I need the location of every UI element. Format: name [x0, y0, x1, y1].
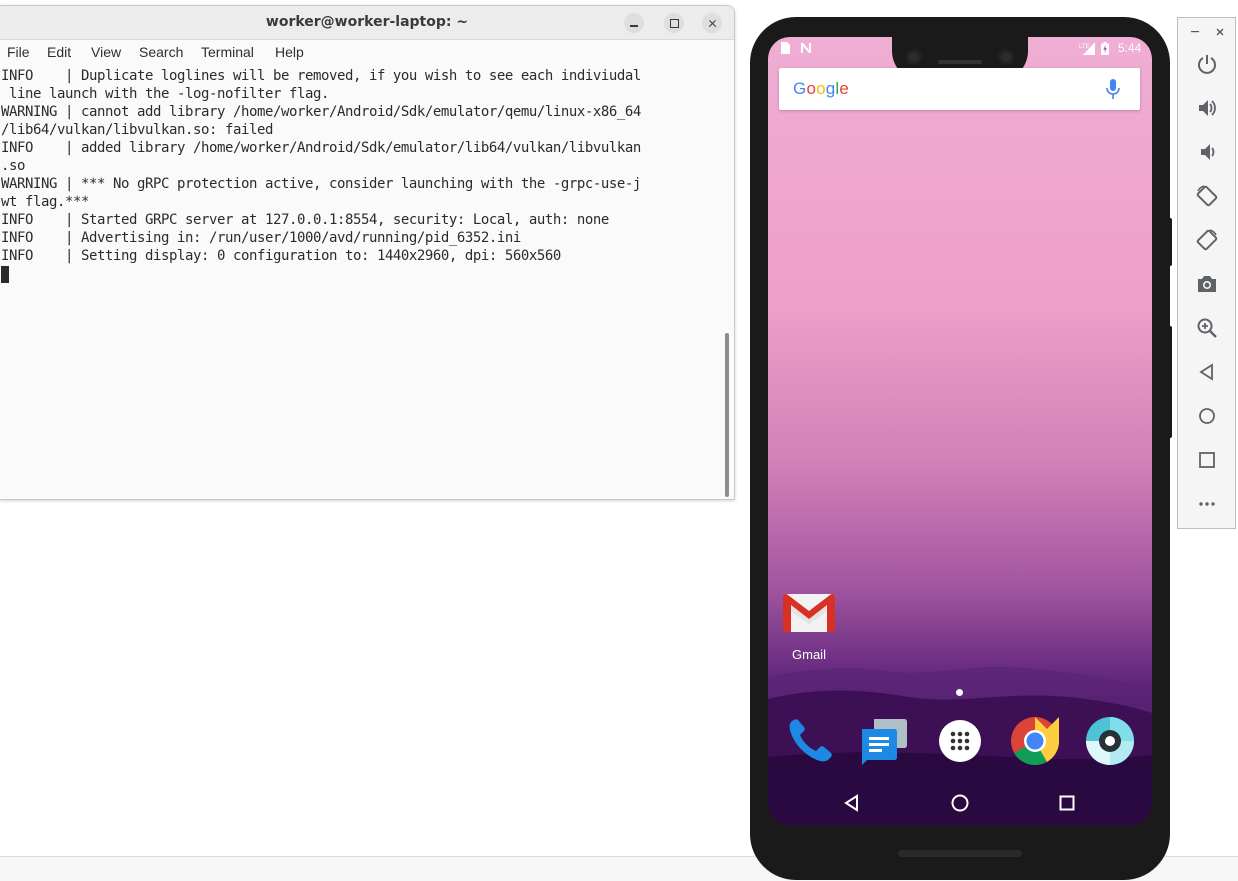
- close-icon: [702, 13, 722, 33]
- log-line: wt flag.***: [1, 194, 89, 210]
- close-button[interactable]: [702, 13, 722, 33]
- logo-letter: o: [806, 79, 817, 98]
- log-line: INFO | added library /home/worker/Androi…: [1, 140, 641, 156]
- log-line: line launch with the -log-nofilter flag.: [1, 86, 329, 102]
- google-logo: Google: [793, 79, 849, 99]
- maximize-button[interactable]: [664, 13, 684, 33]
- page-indicator: [956, 689, 963, 696]
- menu-search[interactable]: Search: [139, 44, 183, 60]
- more-icon[interactable]: [1196, 493, 1218, 515]
- terminal-output[interactable]: INFO | Duplicate loglines will be remove…: [1, 67, 723, 497]
- maximize-icon: [670, 19, 679, 28]
- front-camera-icon: [906, 49, 922, 65]
- status-time: 5:44: [1118, 41, 1142, 55]
- home-icon[interactable]: [950, 793, 970, 813]
- lte-signal-icon: LTE: [1079, 42, 1095, 55]
- messages-icon[interactable]: [858, 715, 910, 767]
- rotate-right-icon[interactable]: [1196, 229, 1218, 251]
- app-drawer-icon[interactable]: [934, 715, 986, 767]
- terminal-menubar: File Edit View Search Terminal Help: [0, 40, 734, 64]
- menu-terminal[interactable]: Terminal: [201, 44, 254, 60]
- phone-power-key[interactable]: [1168, 218, 1172, 266]
- log-line: .so: [1, 158, 25, 174]
- n-notification-icon: [801, 43, 811, 53]
- zoom-icon[interactable]: [1196, 317, 1218, 339]
- gmail-icon[interactable]: [782, 592, 836, 634]
- phone-screen[interactable]: LTE 5:44 Google Gmail: [768, 37, 1152, 825]
- log-line: INFO | Advertising in: /run/user/1000/av…: [1, 230, 521, 246]
- log-line: /lib64/vulkan/libvulkan.so: failed: [1, 122, 273, 138]
- svg-text:LTE: LTE: [1079, 44, 1090, 50]
- emulator-toolbar: [1177, 17, 1236, 529]
- menu-help[interactable]: Help: [275, 44, 304, 60]
- wallpaper-mountains: [768, 666, 1152, 825]
- volume-up-icon[interactable]: [1196, 97, 1218, 119]
- terminal-titlebar[interactable]: worker@worker-laptop: ~: [0, 6, 734, 40]
- back-icon[interactable]: [842, 793, 862, 813]
- log-line: WARNING | cannot add library /home/worke…: [1, 104, 641, 120]
- battery-icon: [1101, 42, 1109, 55]
- google-search-bar[interactable]: Google: [779, 68, 1140, 110]
- power-icon[interactable]: [1196, 53, 1218, 75]
- terminal-scrollbar[interactable]: [725, 333, 729, 497]
- gmail-label: Gmail: [792, 647, 826, 662]
- home-icon[interactable]: [1196, 405, 1218, 427]
- back-icon[interactable]: [1196, 361, 1218, 383]
- close-icon[interactable]: [1215, 27, 1225, 37]
- terminal-cursor: [1, 266, 9, 283]
- sim-card-icon: [781, 42, 790, 54]
- volume-down-icon[interactable]: [1196, 141, 1218, 163]
- camera-icon[interactable]: [1084, 715, 1136, 767]
- terminal-window[interactable]: worker@worker-laptop: ~ File Edit View S…: [0, 5, 735, 500]
- minimize-icon: [630, 25, 638, 27]
- rotate-left-icon[interactable]: [1196, 185, 1218, 207]
- logo-letter: o: [816, 79, 826, 98]
- screenshot-icon[interactable]: [1196, 273, 1218, 295]
- phone-bottom-speaker: [898, 850, 1022, 857]
- phone-volume-key[interactable]: [1168, 326, 1172, 438]
- log-line: INFO | Started GRPC server at 127.0.0.1:…: [1, 212, 609, 228]
- minimize-button[interactable]: [624, 13, 644, 33]
- chrome-icon[interactable]: [1009, 715, 1061, 767]
- menu-file[interactable]: File: [7, 44, 30, 60]
- earpiece-speaker: [938, 60, 982, 64]
- minimize-icon[interactable]: [1190, 28, 1200, 34]
- log-line: INFO | Duplicate loglines will be remove…: [1, 68, 641, 84]
- logo-letter: g: [825, 79, 836, 98]
- mic-icon[interactable]: [1106, 79, 1120, 99]
- phone-icon[interactable]: [784, 715, 836, 767]
- log-line: INFO | Setting display: 0 configuration …: [1, 248, 561, 264]
- toolbar-header: [1178, 18, 1235, 44]
- menu-edit[interactable]: Edit: [47, 44, 71, 60]
- log-line: WARNING | *** No gRPC protection active,…: [1, 176, 641, 192]
- menu-view[interactable]: View: [91, 44, 121, 60]
- overview-icon[interactable]: [1196, 449, 1218, 471]
- recents-icon[interactable]: [1057, 793, 1077, 813]
- logo-letter: G: [793, 79, 807, 98]
- front-camera-icon: [998, 49, 1014, 65]
- logo-letter: e: [839, 79, 850, 98]
